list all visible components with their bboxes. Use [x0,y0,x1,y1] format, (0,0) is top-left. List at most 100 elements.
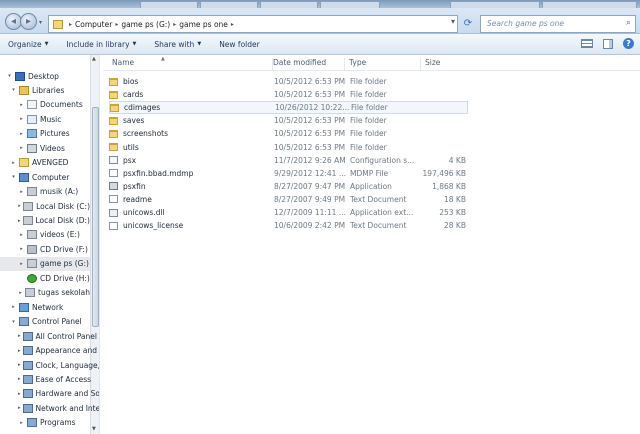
expand-right-icon[interactable]: ▸ [18,391,21,397]
search-input[interactable]: Search game ps one ⌕ [480,15,636,33]
expand-right-icon[interactable]: ▸ [18,232,25,238]
file-row[interactable]: psx 11/7/2012 9:26 AM Configuration s... 4 … [109,154,468,167]
expand-right-icon[interactable]: ▸ [18,405,21,411]
search-icon[interactable]: ⌕ [626,18,631,28]
breadcrumb-drive[interactable]: game ps (G:) [121,20,170,29]
tree-item[interactable]: ▸ CD Drive (F:) [0,242,90,256]
expand-down-icon[interactable]: ▾ [10,174,17,180]
tree-item[interactable]: ▸ Programs [0,416,90,430]
expand-right-icon[interactable]: ▸ [18,333,21,339]
expand-right-icon[interactable]: ▸ [18,348,21,354]
taskbar-button[interactable] [200,1,258,8]
tree-item[interactable]: ▸ Hardware and Sound [0,387,99,401]
tree-item[interactable]: ▸ Music [0,112,90,126]
expand-right-icon[interactable]: ▸ [18,362,21,368]
expand-right-icon[interactable]: ▸ [18,261,25,267]
scroll-down-icon[interactable]: ▼ [92,426,96,432]
tree-item[interactable]: ▸ Network and Internet [0,401,99,415]
tree-item[interactable]: ▸ All Control Panel Items [0,329,99,343]
taskbar-button[interactable] [260,1,318,8]
expand-right-icon[interactable]: ▸ [18,420,25,426]
taskbar-button[interactable] [320,1,380,8]
expand-right-icon[interactable]: ▸ [10,304,17,310]
expand-down-icon[interactable]: ▾ [10,87,17,93]
help-icon[interactable]: ? [623,38,634,49]
expand-right-icon[interactable]: ▸ [18,145,25,151]
tree-item[interactable]: ▸ Clock, Language, and Region [0,358,99,372]
expand-right-icon[interactable]: ▸ [18,116,25,122]
tree-item[interactable]: ▸ AVENGED [0,156,90,170]
tree-item[interactable]: ▸ videos (E:) [0,228,90,242]
recent-pages-dropdown[interactable]: ▾ [39,19,45,26]
file-row[interactable]: cdimages 10/26/2012 10:22... File folder [109,101,468,115]
column-header-size[interactable]: Size [421,58,471,70]
expand-right-icon[interactable]: ▸ [18,246,25,252]
tree-item[interactable]: ▾ Libraries [0,83,90,97]
expand-right-icon[interactable]: ▸ [18,376,21,382]
column-header-date[interactable]: Date modified [269,58,345,70]
file-row[interactable]: utils 10/5/2012 6:53 PM File folder [109,141,468,154]
tree-item[interactable]: ▾ Desktop [0,69,90,83]
expand-right-icon[interactable]: ▸ [18,102,25,108]
file-row[interactable]: cards 10/5/2012 6:53 PM File folder [109,88,468,101]
expand-right-icon[interactable]: ▸ [10,160,17,166]
column-header-type[interactable]: Type [345,58,421,70]
file-row[interactable]: readme 8/27/2007 9:49 PM Text Document 18 K… [109,193,468,206]
scroll-up-icon[interactable]: ▲ [92,56,96,62]
tree-item[interactable]: ▸ Network [0,300,90,314]
tree-item-label: Local Disk (D:) [35,216,90,225]
tree-item[interactable]: ▸ Local Disk (C:) [0,199,90,213]
address-bar[interactable]: ▸ Computer ▸ game ps (G:) ▸ game ps one ▸ ▾ [48,15,458,33]
tree-item[interactable]: ▸ game ps (G:) [0,256,90,271]
preview-pane-icon[interactable] [603,38,613,49]
expand-right-icon[interactable]: ▸ [18,189,25,195]
chevron-right-icon[interactable]: ▸ [173,21,176,28]
forward-button[interactable]: ▸ [20,13,37,30]
tree-item[interactable]: ▸ Ease of Access [0,372,91,386]
refresh-icon[interactable]: ⟳ [461,17,475,31]
tree-item[interactable]: ▸ Pictures [0,127,90,141]
taskbar-button[interactable] [140,1,198,8]
tree-item[interactable]: ▸ tugas sekolah [0,286,90,300]
breadcrumb-folder[interactable]: game ps one [179,20,228,29]
include-in-library-button[interactable]: Include in library ▼ [66,40,136,49]
expand-right-icon[interactable]: ▸ [18,203,21,209]
taskbar-button[interactable] [542,1,637,8]
chevron-right-icon[interactable]: ▸ [115,21,118,28]
file-type: Text Document [350,221,407,231]
tree-item[interactable]: ▸ Documents [0,98,90,112]
file-size: 28 KB [444,221,466,231]
tree-item[interactable]: ▸ Videos [0,141,90,155]
column-header-name[interactable]: Name ▲ [108,56,273,70]
file-name-cell: psx [109,156,136,165]
breadcrumb-computer[interactable]: Computer [75,20,112,29]
expand-right-icon[interactable]: ▸ [18,218,21,224]
taskbar-button[interactable] [450,1,540,8]
tree-item[interactable]: ▾ Control Panel [0,315,90,329]
change-view-icon[interactable] [581,39,593,48]
tree-item[interactable]: ▸ Local Disk (D:) [0,214,90,228]
file-row[interactable]: screenshots 10/5/2012 6:53 PM File folder [109,127,468,140]
chevron-right-icon[interactable]: ▸ [231,21,234,28]
share-with-button[interactable]: Share with ▼ [154,40,201,49]
tree-item[interactable]: ▸ Appearance and Personalization [0,344,99,358]
file-row[interactable]: psxfin.bbad.mdmp 9/29/2012 12:41 ... MDMP … [109,167,468,180]
nav-scrollbar[interactable]: ▲ ▼ [90,55,99,434]
tree-item[interactable]: CD Drive (H:) [0,271,90,285]
expand-right-icon[interactable]: ▸ [18,131,25,137]
expand-down-icon[interactable]: ▾ [6,73,13,79]
file-row[interactable]: bios 10/5/2012 6:53 PM File folder [109,75,468,88]
control-panel-icon [22,360,33,370]
expand-right-icon[interactable]: ▸ [18,290,23,296]
scroll-thumb[interactable] [92,107,99,327]
organize-button[interactable]: Organize ▼ [8,40,48,49]
tree-item[interactable]: ▸ musik (A:) [0,185,90,199]
file-row[interactable]: saves 10/5/2012 6:53 PM File folder [109,114,468,127]
file-row[interactable]: unicows.dll 12/7/2009 11:11 ... Applicatio… [109,206,468,219]
new-folder-button[interactable]: New folder [219,40,260,49]
expand-down-icon[interactable]: ▾ [10,319,17,325]
tree-item[interactable]: ▾ Computer [0,170,90,184]
address-history-dropdown[interactable]: ▾ [451,17,455,26]
file-row[interactable]: unicows_license 10/6/2009 2:42 PM Text Doc… [109,219,468,232]
file-row[interactable]: psxfin 8/27/2007 9:47 PM Application 1,868 … [109,180,468,193]
